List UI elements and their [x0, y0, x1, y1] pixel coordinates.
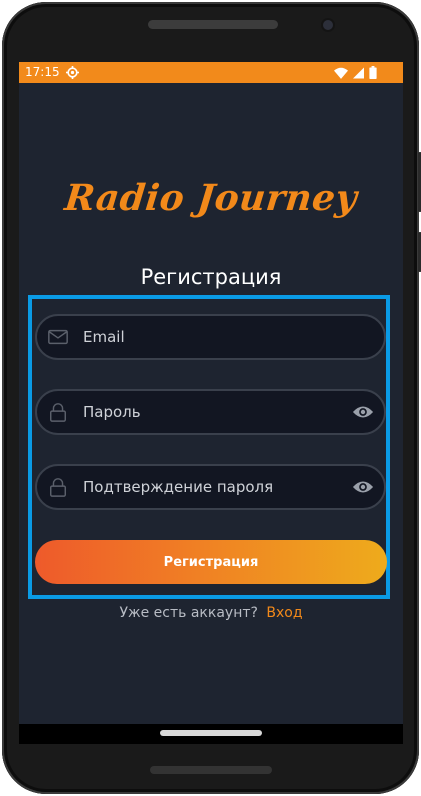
signal-icon: [353, 67, 364, 78]
email-field[interactable]: [35, 314, 386, 360]
home-gesture-bar[interactable]: [160, 730, 262, 736]
status-time: 17:15: [25, 65, 60, 79]
battery-icon: [369, 66, 377, 79]
wifi-icon: [334, 67, 348, 79]
mail-icon: [48, 329, 68, 345]
login-prompt: Уже есть аккаунт? Вход: [19, 605, 403, 621]
login-link[interactable]: Вход: [266, 605, 302, 621]
status-bar: 17:15: [19, 62, 403, 83]
page-title: Регистрация: [140, 265, 282, 289]
confirm-password-field[interactable]: [35, 464, 386, 510]
front-camera: [323, 20, 333, 30]
status-icons: [334, 66, 377, 79]
lock-icon: [50, 403, 66, 422]
eye-icon[interactable]: [352, 478, 374, 496]
lock-icon: [50, 478, 66, 497]
bottom-speaker: [150, 766, 272, 774]
eye-icon[interactable]: [352, 403, 374, 421]
password-field[interactable]: [35, 389, 386, 435]
settings-icon: [66, 66, 79, 79]
confirm-password-input[interactable]: [83, 466, 343, 508]
app-screen: 17:15 Radio Journey Регистрация Email Ре…: [19, 62, 403, 724]
earpiece-speaker: [148, 20, 278, 29]
register-button[interactable]: Регистрация: [35, 540, 387, 584]
app-logo: Radio Journey: [62, 177, 360, 219]
password-input[interactable]: [83, 391, 343, 433]
login-prompt-text: Уже есть аккаунт?: [119, 605, 258, 621]
email-input[interactable]: [83, 316, 343, 358]
